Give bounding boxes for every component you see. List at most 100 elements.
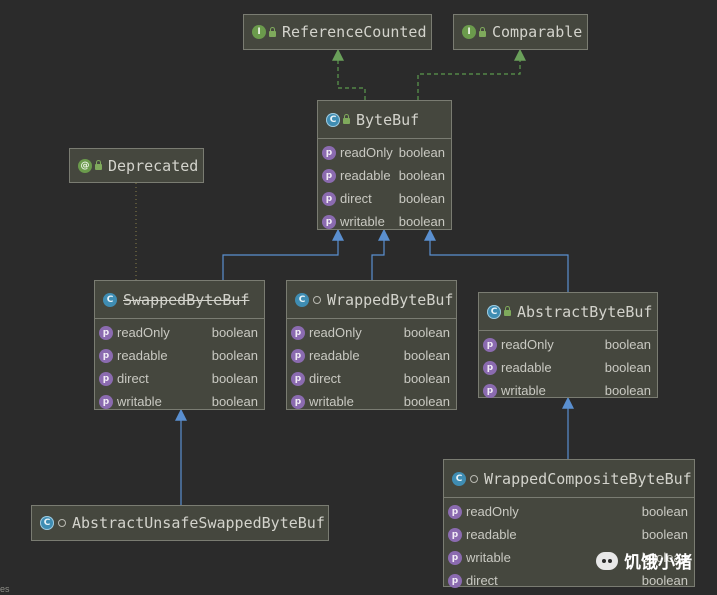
- node-title: Comparable: [492, 23, 583, 41]
- property-icon: p: [99, 394, 113, 409]
- property-type: boolean: [211, 394, 258, 409]
- watermark: 饥饿小猪: [596, 548, 692, 573]
- property-name: writable: [309, 394, 354, 409]
- property-name: direct: [117, 371, 149, 386]
- edge-bytebuf-implements-referencecounted: [332, 48, 366, 100]
- property-row: p writable boolean: [95, 390, 264, 413]
- package-private-icon: [313, 295, 321, 304]
- property-type: boolean: [641, 527, 688, 542]
- property-type: boolean: [398, 191, 445, 206]
- node-title: ReferenceCounted: [282, 23, 427, 41]
- class-icon: C: [452, 471, 466, 486]
- property-type: boolean: [641, 573, 688, 588]
- property-icon: p: [322, 168, 336, 183]
- node-reference-counted[interactable]: I ReferenceCounted: [243, 14, 432, 50]
- property-row: p direct boolean: [318, 187, 451, 210]
- edge-swapped-extends-bytebuf: [222, 228, 344, 280]
- property-type: boolean: [641, 504, 688, 519]
- property-list: p readOnly boolean p readable boolean p direc…: [95, 319, 264, 415]
- property-icon: p: [448, 504, 462, 519]
- property-icon: p: [291, 394, 305, 409]
- node-abstract-bytebuf[interactable]: C AbstractByteBuf p readOnly boolean p read…: [478, 292, 658, 398]
- public-lock-icon: [343, 114, 350, 124]
- property-row: p direct boolean: [95, 367, 264, 390]
- property-icon: p: [322, 191, 336, 206]
- property-icon: p: [322, 214, 336, 229]
- corner-text: es: [0, 584, 10, 594]
- node-comparable[interactable]: I Comparable: [453, 14, 588, 50]
- property-icon: p: [448, 550, 462, 565]
- wechat-icon: [596, 551, 618, 570]
- class-icon: C: [295, 292, 309, 307]
- public-lock-icon: [479, 26, 486, 37]
- property-list: p readOnly boolean p readable boolean p direc…: [318, 139, 451, 235]
- node-abstract-unsafe-swapped-bytebuf[interactable]: C AbstractUnsafeSwappedByteBuf: [31, 505, 329, 541]
- property-list: p readOnly boolean p readable boolean p writa…: [444, 498, 694, 594]
- package-private-icon: [58, 519, 66, 527]
- node-title: AbstractUnsafeSwappedByteBuf: [72, 514, 325, 532]
- property-row: p readOnly boolean: [287, 321, 456, 344]
- property-name: writable: [340, 214, 385, 229]
- property-row: p readable boolean: [318, 164, 451, 187]
- property-type: boolean: [403, 371, 450, 386]
- property-name: readable: [466, 527, 517, 542]
- property-row: p writable boolean: [287, 390, 456, 413]
- property-icon: p: [99, 348, 113, 363]
- property-row: p readOnly boolean: [479, 333, 657, 356]
- property-type: boolean: [604, 337, 651, 352]
- watermark-text: 饥饿小猪: [624, 553, 692, 572]
- property-type: boolean: [604, 360, 651, 375]
- property-type: boolean: [398, 168, 445, 183]
- node-deprecated[interactable]: @ Deprecated: [69, 148, 204, 183]
- node-title: AbstractByteBuf: [517, 302, 653, 321]
- property-name: readOnly: [501, 337, 554, 352]
- property-row: p readOnly boolean: [318, 141, 451, 164]
- property-row: p readable boolean: [287, 344, 456, 367]
- node-wrapped-bytebuf[interactable]: C WrappedByteBuf p readOnly boolean p reada…: [286, 280, 457, 410]
- property-row: p readable boolean: [479, 356, 657, 379]
- property-name: readable: [340, 168, 391, 183]
- annotation-icon: @: [78, 158, 92, 173]
- interface-icon: I: [462, 25, 476, 39]
- property-name: readOnly: [340, 145, 393, 160]
- property-icon: p: [483, 360, 497, 375]
- node-bytebuf[interactable]: C ByteBuf p readOnly boolean p readable bool…: [317, 100, 452, 230]
- property-name: direct: [309, 371, 341, 386]
- public-lock-icon: [95, 160, 102, 170]
- property-name: readable: [117, 348, 168, 363]
- property-name: direct: [340, 191, 372, 206]
- property-type: boolean: [211, 325, 258, 340]
- property-type: boolean: [403, 394, 450, 409]
- property-type: boolean: [403, 325, 450, 340]
- node-swapped-bytebuf[interactable]: C SwappedByteBuf p readOnly boolean p reada…: [94, 280, 265, 410]
- property-icon: p: [483, 383, 497, 398]
- property-type: boolean: [403, 348, 450, 363]
- property-type: boolean: [211, 348, 258, 363]
- interface-icon: I: [252, 25, 266, 39]
- property-row: p direct boolean: [287, 367, 456, 390]
- property-name: readOnly: [466, 504, 519, 519]
- node-title: Deprecated: [108, 156, 199, 175]
- property-name: direct: [466, 573, 498, 588]
- public-lock-icon: [504, 306, 511, 316]
- edge-bytebuf-implements-comparable: [417, 48, 526, 100]
- edge-wrapped-extends-bytebuf: [371, 228, 390, 280]
- property-row: p readable boolean: [444, 523, 694, 546]
- property-type: boolean: [211, 371, 258, 386]
- property-row: p readOnly boolean: [444, 500, 694, 523]
- property-row: p readable boolean: [95, 344, 264, 367]
- property-type: boolean: [398, 214, 445, 229]
- property-list: p readOnly boolean p readable boolean p direc…: [287, 319, 456, 415]
- node-title: SwappedByteBuf: [123, 290, 250, 309]
- property-row: p writable boolean: [318, 210, 451, 233]
- package-private-icon: [470, 474, 478, 483]
- property-icon: p: [291, 348, 305, 363]
- property-icon: p: [483, 337, 497, 352]
- property-icon: p: [99, 325, 113, 340]
- property-icon: p: [99, 371, 113, 386]
- property-type: boolean: [604, 383, 651, 398]
- property-icon: p: [322, 145, 336, 160]
- property-name: readable: [309, 348, 360, 363]
- property-name: readOnly: [309, 325, 362, 340]
- class-icon: C: [103, 292, 117, 307]
